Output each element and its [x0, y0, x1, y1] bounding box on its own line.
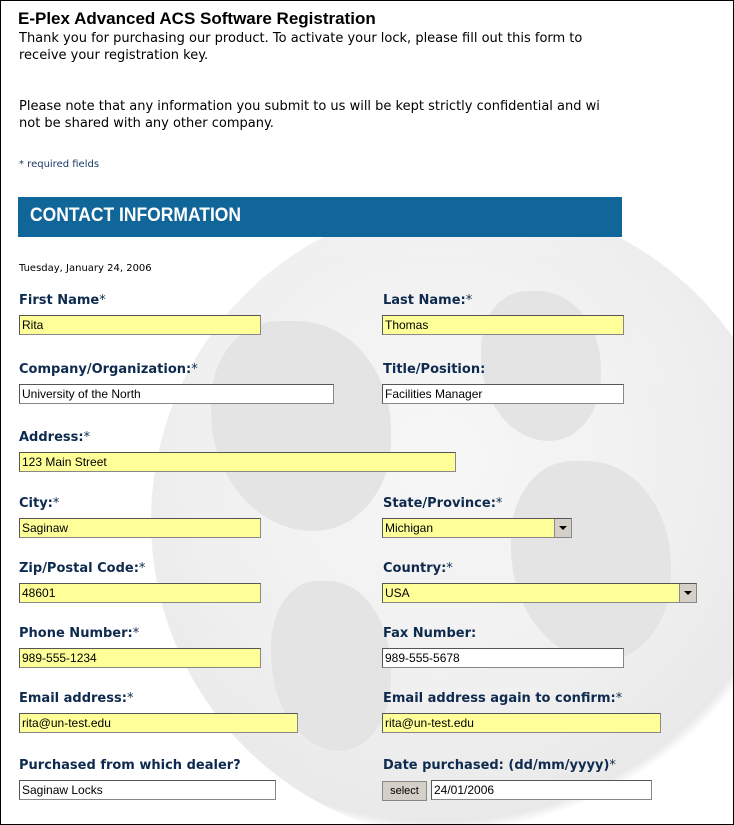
company-field[interactable]: University of the North: [19, 384, 334, 404]
country-selected-value: USA: [385, 586, 410, 600]
date-select-button[interactable]: select: [382, 781, 427, 801]
phone-field[interactable]: 989-555-1234: [19, 648, 261, 668]
state-selected-value: Michigan: [385, 521, 434, 535]
email-confirm-field[interactable]: rita@un-test.edu: [382, 713, 661, 733]
address-field[interactable]: 123 Main Street: [19, 452, 456, 472]
last-name-label: Last Name:*: [383, 293, 473, 308]
city-label: City:*: [19, 496, 60, 511]
title-position-label: Title/Position:: [383, 362, 486, 377]
email-field[interactable]: rita@un-test.edu: [19, 713, 298, 733]
email-label: Email address:*: [19, 691, 134, 706]
state-label: State/Province:*: [383, 496, 503, 511]
contact-information-banner: CONTACT INFORMATION: [18, 197, 622, 237]
chevron-down-icon[interactable]: [679, 584, 696, 602]
state-select[interactable]: Michigan: [382, 518, 572, 538]
page-title: E-Plex Advanced ACS Software Registratio…: [18, 9, 376, 28]
dealer-label: Purchased from which dealer?: [19, 758, 241, 773]
intro-line-2: receive your registration key.: [19, 48, 209, 63]
country-select[interactable]: USA: [382, 583, 697, 603]
section-title: CONTACT INFORMATION: [30, 205, 242, 226]
intro-line-3: Please note that any information you sub…: [19, 99, 600, 114]
title-position-field[interactable]: Facilities Manager: [382, 384, 624, 404]
intro-line-4: not be shared with any other company.: [19, 116, 274, 131]
phone-label: Phone Number:*: [19, 626, 140, 641]
intro-line-1: Thank you for purchasing our product. To…: [19, 31, 583, 46]
first-name-field[interactable]: Rita: [19, 315, 261, 335]
address-label: Address:*: [19, 430, 91, 445]
date-purchased-field[interactable]: 24/01/2006: [431, 780, 652, 800]
date-purchased-label: Date purchased: (dd/mm/yyyy)*: [383, 758, 616, 773]
company-label: Company/Organization:*: [19, 362, 198, 377]
required-fields-note: * required fields: [19, 159, 100, 170]
dealer-field[interactable]: Saginaw Locks: [19, 780, 276, 800]
fax-label: Fax Number:: [383, 626, 477, 641]
city-field[interactable]: Saginaw: [19, 518, 261, 538]
zip-field[interactable]: 48601: [19, 583, 261, 603]
country-label: Country:*: [383, 561, 453, 576]
registration-page: E-Plex Advanced ACS Software Registratio…: [0, 0, 734, 825]
email-confirm-label: Email address again to confirm:*: [383, 691, 623, 706]
chevron-down-icon[interactable]: [554, 519, 571, 537]
first-name-label: First Name*: [19, 293, 106, 308]
zip-label: Zip/Postal Code:*: [19, 561, 146, 576]
current-date: Tuesday, January 24, 2006: [19, 263, 152, 274]
last-name-field[interactable]: Thomas: [382, 315, 624, 335]
fax-field[interactable]: 989-555-5678: [382, 648, 624, 668]
